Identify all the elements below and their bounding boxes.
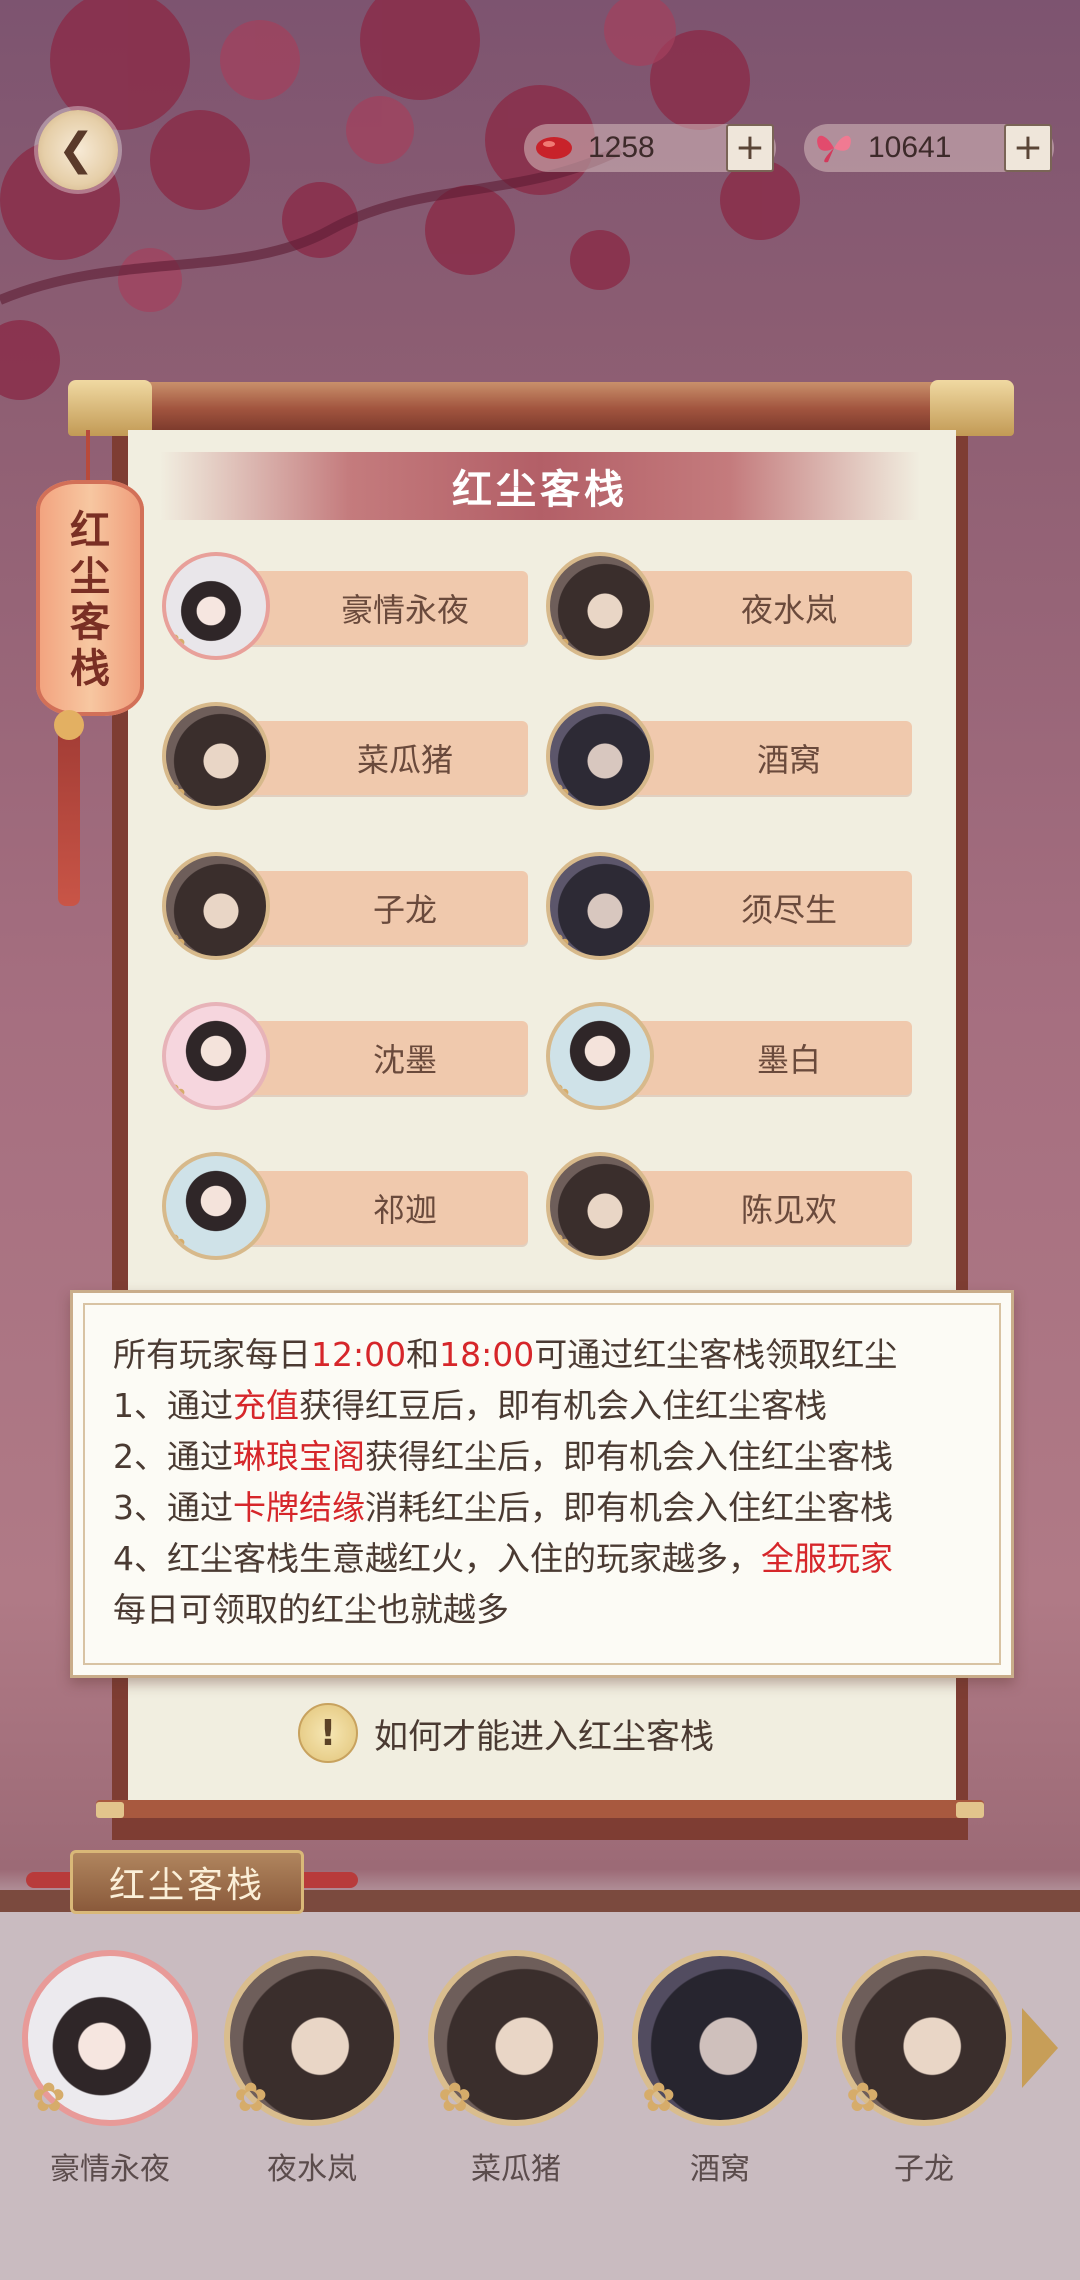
member-entry[interactable]: 子龙 ✿	[162, 852, 532, 962]
bottom-player[interactable]: ✿ 夜水岚	[222, 1950, 402, 2188]
recharge-link[interactable]: 充值	[233, 1386, 299, 1425]
lantern-text: 红 尘 客 栈	[70, 508, 110, 692]
member-name: 夜水岚	[740, 591, 837, 629]
member-entry[interactable]: 菜瓜猪 ✿	[162, 702, 532, 812]
bottom-player-avatar[interactable]: ✿	[224, 1950, 400, 2126]
member-entry[interactable]: 酒窝 ✿	[546, 702, 916, 812]
rule-line-3: 3、通过卡牌结缘消耗红尘后，即有机会入住红尘客栈	[113, 1488, 893, 1527]
scroll-top-rod	[72, 382, 1008, 430]
back-button[interactable]: ❮	[38, 110, 118, 190]
scroll-cap-left	[68, 380, 152, 436]
flower-badge-icon: ✿	[234, 2075, 268, 2121]
member-avatar[interactable]: ✿	[546, 552, 654, 660]
member-name: 祁迦	[372, 1191, 437, 1229]
flower-badge-icon: ✿	[642, 2075, 676, 2121]
flower-badge-icon: ✿	[164, 780, 186, 810]
member-avatar[interactable]: ✿	[162, 852, 270, 960]
member-entry[interactable]: 陈见欢 ✿	[546, 1152, 916, 1262]
bottom-tab-inn[interactable]: 红尘客栈	[70, 1850, 304, 1914]
member-avatar[interactable]: ✿	[546, 1152, 654, 1260]
member-entry[interactable]: 豪情永夜 ✿	[162, 552, 532, 662]
member-name: 沈墨	[372, 1041, 437, 1079]
scroll-knob-right	[956, 1802, 984, 1818]
rule-line-1: 1、通过充值获得红豆后，即有机会入住红尘客栈	[113, 1386, 827, 1425]
member-name: 酒窝	[756, 741, 821, 779]
member-name: 墨白	[756, 1041, 821, 1079]
butterfly-counter: 10641 +	[804, 124, 1054, 172]
bottom-player-name: 菜瓜猪	[471, 2152, 561, 2187]
tassel-knot	[54, 710, 84, 740]
add-butterfly-button[interactable]: +	[1004, 124, 1052, 172]
bottom-player-avatar[interactable]: ✿	[428, 1950, 604, 2126]
butterfly-icon	[810, 124, 858, 172]
panel-title-band: 红尘客栈	[160, 452, 920, 520]
member-name: 子龙	[372, 891, 437, 929]
red-bean-icon	[530, 124, 578, 172]
how-to-enter-label: 如何才能进入红尘客栈	[374, 1716, 714, 1757]
flower-badge-icon: ✿	[548, 930, 570, 960]
bottom-player-avatar[interactable]: ✿	[836, 1950, 1012, 2126]
member-entry[interactable]: 祁迦 ✿	[162, 1152, 532, 1262]
scroll-cap-right	[930, 380, 1014, 436]
next-arrow-icon[interactable]	[1022, 2008, 1058, 2088]
member-avatar[interactable]: ✿	[546, 852, 654, 960]
member-avatar[interactable]: ✿	[546, 702, 654, 810]
red-bean-counter: 1258 +	[524, 124, 776, 172]
inn-lantern: 红 尘 客 栈	[36, 480, 144, 716]
member-avatar[interactable]: ✿	[162, 552, 270, 660]
member-avatar[interactable]: ✿	[162, 1152, 270, 1260]
rules-panel: 所有玩家每日12:00和18:00可通过红尘客栈领取红尘 1、通过充值获得红豆后…	[70, 1290, 1014, 1678]
bottom-player[interactable]: ✿ 豪情永夜	[20, 1950, 200, 2188]
rule-line-5: 每日可领取的红尘也就越多	[113, 1590, 509, 1629]
bottom-player[interactable]: ✿ 菜瓜猪	[426, 1950, 606, 2188]
member-avatar[interactable]: ✿	[546, 1002, 654, 1110]
flower-badge-icon: ✿	[548, 630, 570, 660]
member-name: 陈见欢	[740, 1191, 837, 1229]
member-name: 须尽生	[740, 891, 837, 929]
flower-badge-icon: ✿	[846, 2075, 880, 2121]
flower-badge-icon: ✿	[548, 780, 570, 810]
chevron-left-icon: ❮	[57, 124, 95, 175]
card-bond-link[interactable]: 卡牌结缘	[233, 1488, 365, 1527]
bottom-player-name: 子龙	[894, 2152, 954, 2187]
flower-badge-icon: ✿	[548, 1080, 570, 1110]
flower-badge-icon: ✿	[32, 2075, 66, 2121]
rule-line-2: 2、通过琳琅宝阁获得红尘后，即有机会入住红尘客栈	[113, 1437, 893, 1476]
member-avatar[interactable]: ✿	[162, 1002, 270, 1110]
flower-badge-icon: ✿	[548, 1230, 570, 1260]
panel-title: 红尘客栈	[452, 467, 628, 513]
rule-line-4: 4、红尘客栈生意越红火，入住的玩家越多，全服玩家	[113, 1539, 893, 1578]
bottom-player[interactable]: ✿ 酒窝	[630, 1950, 810, 2188]
flower-badge-icon: ✿	[164, 630, 186, 660]
how-to-enter-button[interactable]: ! 如何才能进入红尘客栈	[298, 1702, 714, 1764]
member-entry[interactable]: 须尽生 ✿	[546, 852, 916, 962]
member-entry[interactable]: 墨白 ✿	[546, 1002, 916, 1112]
bottom-player-name: 酒窝	[690, 2152, 750, 2187]
bottom-player-avatar[interactable]: ✿	[632, 1950, 808, 2126]
member-name: 菜瓜猪	[356, 741, 453, 779]
member-entry[interactable]: 沈墨 ✿	[162, 1002, 532, 1112]
add-red-bean-button[interactable]: +	[726, 124, 774, 172]
treasure-pavilion-link[interactable]: 琳琅宝阁	[233, 1437, 365, 1476]
rules-text: 所有玩家每日12:00和18:00可通过红尘客栈领取红尘 1、通过充值获得红豆后…	[113, 1329, 981, 1635]
exclamation-icon: !	[298, 1703, 358, 1763]
lantern-tassel	[58, 716, 80, 906]
flower-badge-icon: ✿	[438, 2075, 472, 2121]
flower-badge-icon: ✿	[164, 930, 186, 960]
bottom-tab-label: 红尘客栈	[108, 1865, 265, 1906]
scroll-knob-left	[96, 1802, 124, 1818]
butterfly-value: 10641	[868, 131, 952, 164]
scroll-bottom-rod	[96, 1800, 984, 1818]
bottom-player[interactable]: ✿ 子龙	[834, 1950, 1014, 2188]
flower-badge-icon: ✿	[164, 1080, 186, 1110]
rule-line-0: 所有玩家每日12:00和18:00可通过红尘客栈领取红尘	[113, 1335, 898, 1374]
red-bean-value: 1258	[588, 131, 655, 164]
bottom-player-name: 夜水岚	[267, 2152, 357, 2187]
member-name: 豪情永夜	[340, 591, 469, 629]
member-avatar[interactable]: ✿	[162, 702, 270, 810]
flower-badge-icon: ✿	[164, 1230, 186, 1260]
bottom-player-avatar[interactable]: ✿	[22, 1950, 198, 2126]
bottom-player-name: 豪情永夜	[50, 2152, 170, 2187]
member-entry[interactable]: 夜水岚 ✿	[546, 552, 916, 662]
